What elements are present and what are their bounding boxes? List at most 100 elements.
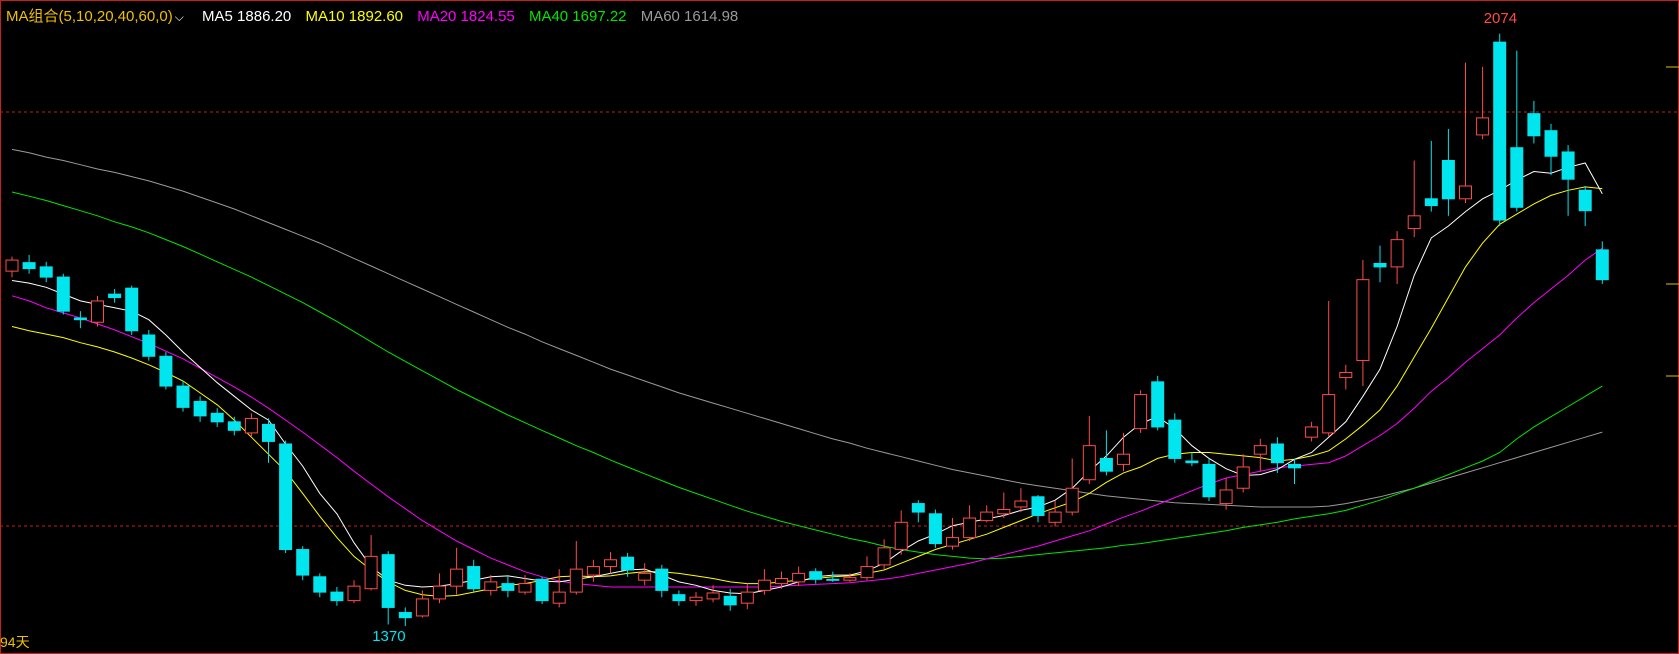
candle-body [1578,189,1592,212]
ma40-readout: MA40 1697.22 [528,8,627,25]
candle-body [1441,159,1455,200]
candle-body [433,585,446,600]
candlestick-series [5,33,1609,627]
kline-chart[interactable]: MA组合(5,10,20,40,60,0) ⌵ MA5 1886.20 MA10 … [0,0,1679,654]
candle [1117,432,1130,472]
candle [159,352,173,390]
candle-body [56,276,70,312]
candle-body [1595,249,1609,281]
candle [125,285,139,335]
candle [484,575,498,596]
candle-body [860,566,874,579]
candle-body [723,595,737,606]
ma5-readout: MA5 1886.20 [202,8,292,25]
candle [1373,245,1387,283]
candle-body [1117,453,1130,465]
low-price-label: 1370 [372,628,406,646]
candle-body [997,509,1011,515]
ma-combo-title[interactable]: MA组合(5,10,20,40,60,0) [6,8,173,25]
candle-body [1493,41,1507,221]
candle [604,552,617,574]
candle-body [1527,113,1541,137]
candle [313,573,327,598]
candle-body [706,592,720,600]
candle [39,261,53,283]
candle-body [73,317,87,321]
candle [552,569,566,608]
candle [398,607,412,627]
candle-body [39,266,53,278]
high-price-label: 2074 [1483,9,1518,27]
candle [142,329,156,361]
candle [1595,241,1609,284]
candle-body [1305,426,1319,438]
candle [1407,160,1421,238]
candle-body [1288,463,1301,469]
candle-body [125,287,139,332]
candle-body [826,578,840,581]
candle-body [1082,445,1096,481]
candle [809,568,823,584]
candle-body [176,385,190,408]
candle-body [91,300,104,323]
candle [1527,100,1541,144]
candle [997,492,1011,519]
candle [535,576,549,605]
candle [501,576,515,598]
chart-frame [0,0,1679,654]
candle [1390,231,1404,284]
candle-body [843,577,857,581]
candle-body [210,412,224,423]
candle [877,539,891,570]
candle [279,440,293,553]
candle [894,510,908,555]
candle [1544,123,1558,175]
candle-body [1099,457,1113,472]
chevron-down-icon[interactable]: ⌵ [175,10,184,24]
candle-body [1236,466,1250,489]
candle-body [638,572,652,581]
candle [227,416,241,436]
candle-body [159,355,173,387]
ma20-readout: MA20 1824.55 [417,8,515,25]
candle [1510,50,1524,212]
candle [655,564,669,598]
candle-body [655,568,669,591]
moving-average-lines [11,148,1603,597]
days-count-label: 94天 [0,634,30,650]
candle-body [792,572,806,583]
candle [638,563,652,586]
candle-body [1185,460,1199,464]
kline-canvas[interactable] [0,0,1679,654]
candle [946,518,959,550]
ma-legend: MA组合(5,10,20,40,60,0) ⌵ MA5 1886.20 MA10 … [6,5,748,26]
candle [210,408,224,427]
candle-body [980,511,994,522]
candle-body [364,555,378,590]
candle-body [313,576,327,593]
candle [1185,452,1199,467]
candle-body [894,521,908,551]
candle [689,592,703,606]
candle [467,559,481,593]
candle [1561,145,1575,216]
candle [586,559,600,582]
candle-body [877,547,891,566]
candle [1356,260,1370,387]
candle-body [775,577,788,585]
candle [706,585,720,603]
candle [860,556,874,581]
candle-body [501,583,515,591]
candle [22,254,36,274]
candle-body [279,443,293,551]
candle-body [347,585,361,602]
candle-body [1424,198,1438,207]
candle [980,505,994,523]
candle-body [1031,496,1045,516]
candle [672,590,686,606]
candle [381,551,395,625]
candle-body [415,598,429,617]
candle-body [1065,487,1079,513]
candle [1065,458,1079,516]
candle-body [1322,394,1336,434]
